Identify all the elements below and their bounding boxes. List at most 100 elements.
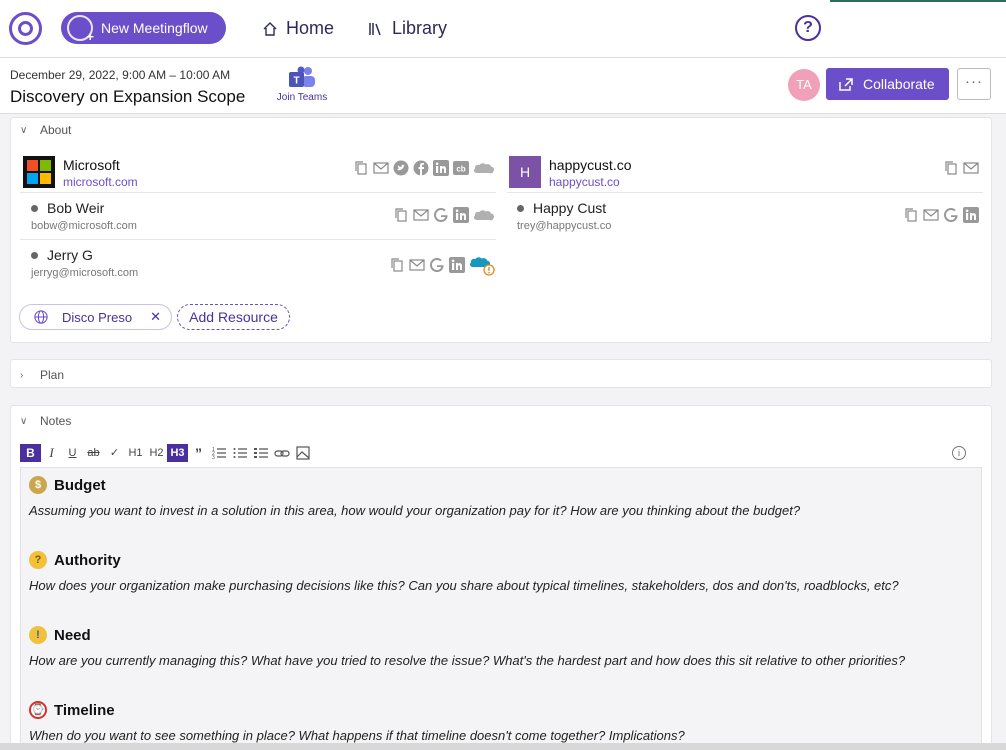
ordered-list-icon[interactable]: 123 <box>209 444 230 462</box>
nav-library[interactable]: Library <box>368 18 447 39</box>
app-logo-icon[interactable] <box>9 12 42 45</box>
underline-button[interactable]: U <box>62 444 83 462</box>
screaming-face-icon: ! <box>29 626 47 644</box>
note-section-authority: ? Authority How does your organization m… <box>29 551 899 593</box>
company-domain-link[interactable]: happycust.co <box>549 175 632 189</box>
new-meetingflow-label: New Meetingflow <box>101 20 208 36</box>
plan-title: Plan <box>40 368 65 382</box>
mail-icon[interactable] <box>963 160 979 176</box>
collaborate-button[interactable]: Collaborate <box>826 68 949 100</box>
join-teams-label: Join Teams <box>276 92 328 103</box>
image-icon[interactable] <box>293 444 314 462</box>
linkedin-icon[interactable] <box>449 257 465 273</box>
teams-icon: T <box>288 66 316 90</box>
bullet-list-icon[interactable] <box>230 444 251 462</box>
salesforce-warning-icon[interactable] <box>469 254 495 276</box>
h1-button[interactable]: H1 <box>125 444 146 462</box>
about-toggle[interactable]: ∨ About <box>20 123 71 137</box>
person-happy-cust[interactable]: Happy Cust trey@happycust.co <box>517 200 611 232</box>
person-actions <box>903 207 979 223</box>
company-happycust: H happycust.co happycust.co <box>509 156 632 189</box>
person-email: jerryg@microsoft.com <box>31 267 139 279</box>
copy-icon[interactable] <box>903 207 919 223</box>
h2-button[interactable]: H2 <box>146 444 167 462</box>
person-email: bobw@microsoft.com <box>31 220 137 232</box>
svg-text:T: T <box>293 76 299 87</box>
new-meetingflow-icon <box>67 15 94 44</box>
mail-icon[interactable] <box>373 160 389 176</box>
italic-button[interactable]: I <box>41 444 62 462</box>
notes-editor[interactable]: $ Budget Assuming you want to invest in … <box>20 467 982 750</box>
linkedin-icon[interactable] <box>433 160 449 176</box>
facebook-icon[interactable] <box>413 160 429 176</box>
section-prompt: How are you currently managing this? Wha… <box>29 653 906 668</box>
globe-icon <box>34 310 48 324</box>
section-prompt: When do you want to see something in pla… <box>29 728 685 743</box>
divider <box>20 192 496 193</box>
quote-button[interactable]: ” <box>188 444 209 462</box>
plan-toggle[interactable]: › Plan <box>20 368 64 382</box>
divider <box>507 192 983 193</box>
copy-icon[interactable] <box>353 160 369 176</box>
person-jerry-g[interactable]: Jerry G jerryg@microsoft.com <box>31 247 138 279</box>
google-icon[interactable] <box>943 207 959 223</box>
link-icon[interactable] <box>272 444 293 462</box>
bold-button[interactable]: B <box>20 444 41 462</box>
nav-library-label: Library <box>392 18 448 38</box>
google-icon[interactable] <box>429 257 445 273</box>
company-domain-link[interactable]: microsoft.com <box>63 175 138 189</box>
company-actions <box>943 160 979 176</box>
chevron-down-icon: ∨ <box>20 415 28 427</box>
salesforce-icon[interactable] <box>473 160 495 176</box>
more-options-button[interactable]: ··· <box>957 68 991 100</box>
person-name: Jerry G <box>31 247 138 263</box>
linkedin-icon[interactable] <box>453 207 469 223</box>
person-name: Happy Cust <box>517 200 611 216</box>
checklist-icon[interactable] <box>251 444 272 462</box>
mail-icon[interactable] <box>413 207 429 223</box>
linkedin-icon[interactable] <box>963 207 979 223</box>
join-teams-button[interactable]: T Join Teams <box>276 66 328 103</box>
company-microsoft: Microsoft microsoft.com <box>23 156 138 189</box>
copy-icon[interactable] <box>943 160 959 176</box>
notes-toggle[interactable]: ∨ Notes <box>20 414 71 428</box>
close-icon[interactable]: ✕ <box>150 309 161 325</box>
person-name: Bob Weir <box>31 200 137 216</box>
help-icon[interactable]: ? <box>795 15 821 41</box>
library-icon <box>369 22 381 35</box>
crunchbase-icon[interactable]: cb <box>453 160 469 176</box>
copy-icon[interactable] <box>393 207 409 223</box>
section-prompt: Assuming you want to invest in a solutio… <box>29 503 801 518</box>
highlight-button[interactable]: ✓ <box>104 444 125 462</box>
h3-button[interactable]: H3 <box>167 444 188 462</box>
resource-chip[interactable]: Disco Preso ✕ <box>19 304 172 330</box>
google-icon[interactable] <box>433 207 449 223</box>
top-bar: New Meetingflow Home Library ? <box>0 0 1006 58</box>
twitter-icon[interactable] <box>393 160 409 176</box>
company-name: Microsoft <box>63 157 120 173</box>
section-heading: Budget <box>54 476 106 494</box>
salesforce-icon[interactable] <box>473 207 495 223</box>
mail-icon[interactable] <box>923 207 939 223</box>
person-actions <box>393 207 495 223</box>
meeting-header: December 29, 2022, 9:00 AM – 10:00 AM Di… <box>0 58 1006 114</box>
horizontal-scrollbar[interactable] <box>0 743 1006 750</box>
avatar[interactable]: TA <box>788 69 820 101</box>
about-title: About <box>40 123 72 137</box>
mail-icon[interactable] <box>409 257 425 273</box>
new-meetingflow-button[interactable]: New Meetingflow <box>61 12 226 44</box>
money-bag-icon: $ <box>29 476 47 494</box>
nav-home[interactable]: Home <box>262 18 334 39</box>
plan-panel[interactable] <box>10 359 992 388</box>
copy-icon[interactable] <box>389 257 405 273</box>
note-section-budget: $ Budget Assuming you want to invest in … <box>29 476 800 518</box>
editor-toolbar: B I U ab ✓ H1 H2 H3 ” 123 <box>20 444 314 462</box>
section-heading: Need <box>54 626 91 644</box>
add-resource-button[interactable]: Add Resource <box>177 304 290 330</box>
person-bob-weir[interactable]: Bob Weir bobw@microsoft.com <box>31 200 137 232</box>
strikethrough-button[interactable]: ab <box>83 444 104 462</box>
note-section-timeline: ⌚ Timeline When do you want to see somet… <box>29 701 685 743</box>
alarm-clock-icon: ⌚ <box>29 701 47 719</box>
info-icon[interactable]: i <box>952 446 966 460</box>
person-actions <box>389 254 495 276</box>
